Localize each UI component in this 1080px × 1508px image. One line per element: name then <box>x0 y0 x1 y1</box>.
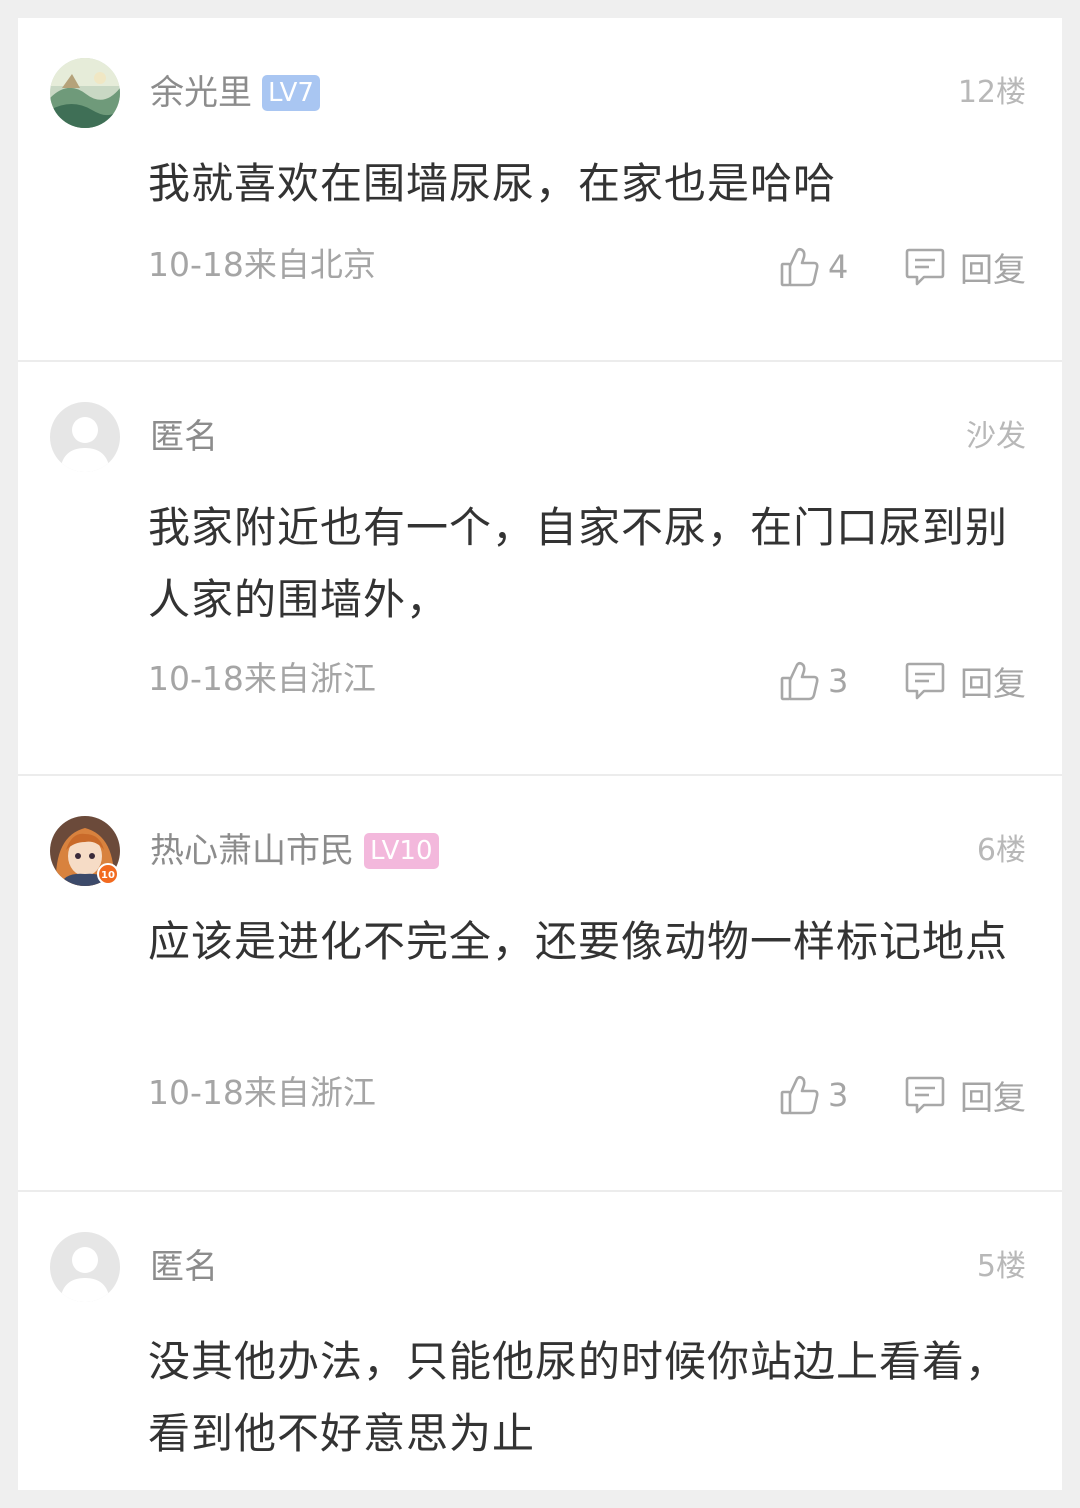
comment-actions: 4 回复 <box>780 242 1026 292</box>
author-row: 余光里 LV7 <box>150 68 320 118</box>
svg-text:10: 10 <box>101 870 115 881</box>
comment-text: 没其他办法，只能他尿的时候你站边上看着，看到他不好意思为止 <box>148 1337 1009 1458</box>
reply-label: 回复 <box>960 250 1026 289</box>
reply-button[interactable]: 回复 <box>904 657 1026 705</box>
comment-item: 匿名 沙发 我家附近也有一个，自家不尿，在门口尿到别人家的围墙外， 10-18来… <box>18 362 1062 776</box>
floor-number: 12楼 <box>957 75 1026 110</box>
username[interactable]: 匿名 <box>150 412 218 462</box>
like-button[interactable]: 3 <box>780 1074 868 1116</box>
comment-meta: 10-18来自浙江 <box>148 1073 376 1112</box>
anonymous-avatar-icon[interactable] <box>50 402 120 472</box>
like-button[interactable]: 4 <box>780 246 868 288</box>
author-row: 匿名 <box>150 1242 218 1292</box>
anime-girl-avatar-icon[interactable]: 10 <box>50 816 120 886</box>
reply-label: 回复 <box>960 1078 1026 1117</box>
username[interactable]: 余光里 <box>150 68 252 118</box>
floor-number: 5楼 <box>976 1249 1026 1284</box>
comment-item: 余光里 LV7 12楼 我就喜欢在围墙尿尿，在家也是哈哈 10-18来自北京 4 <box>18 18 1062 362</box>
level-badge: LV10 <box>364 833 439 869</box>
comment-text: 应该是进化不完全，还要像动物一样标记地点 <box>148 917 1009 966</box>
floor-number: 6楼 <box>976 833 1026 868</box>
floor-number: 沙发 <box>966 419 1026 454</box>
reply-button[interactable]: 回复 <box>904 243 1026 291</box>
comment-text: 我家附近也有一个，自家不尿，在门口尿到别人家的围墙外， <box>148 503 1009 624</box>
comment-bubble-icon <box>904 246 946 288</box>
landscape-avatar-icon[interactable] <box>50 58 120 128</box>
author-row: 匿名 <box>150 412 218 462</box>
thumbs-up-icon <box>780 246 820 288</box>
level-badge: LV7 <box>262 75 320 111</box>
comment-text: 我就喜欢在围墙尿尿，在家也是哈哈 <box>148 159 837 208</box>
anonymous-avatar-icon[interactable] <box>50 1232 120 1302</box>
comment-bubble-icon <box>904 660 946 702</box>
comment-actions: 3 回复 <box>780 656 1026 706</box>
comment-meta: 10-18来自浙江 <box>148 659 376 698</box>
comment-actions: 3 回复 <box>780 1070 1026 1120</box>
reply-button[interactable]: 回复 <box>904 1071 1026 1119</box>
comment-item: 匿名 5楼 没其他办法，只能他尿的时候你站边上看着，看到他不好意思为止 <box>18 1192 1062 1490</box>
comment-meta: 10-18来自北京 <box>148 245 376 284</box>
thumbs-up-icon <box>780 1074 820 1116</box>
like-count: 3 <box>828 662 849 700</box>
comment-bubble-icon <box>904 1074 946 1116</box>
like-count: 4 <box>828 248 849 286</box>
like-button[interactable]: 3 <box>780 660 868 702</box>
reply-label: 回复 <box>960 664 1026 703</box>
author-row: 热心萧山市民 LV10 <box>150 826 439 876</box>
like-count: 3 <box>828 1076 849 1114</box>
username[interactable]: 匿名 <box>150 1242 218 1292</box>
thumbs-up-icon <box>780 660 820 702</box>
comment-list: 余光里 LV7 12楼 我就喜欢在围墙尿尿，在家也是哈哈 10-18来自北京 4 <box>18 18 1062 1490</box>
comment-item: 10 热心萧山市民 LV10 6楼 应该是进化不完全，还要像动物一样标记地点 1… <box>18 776 1062 1192</box>
username[interactable]: 热心萧山市民 <box>150 826 354 876</box>
